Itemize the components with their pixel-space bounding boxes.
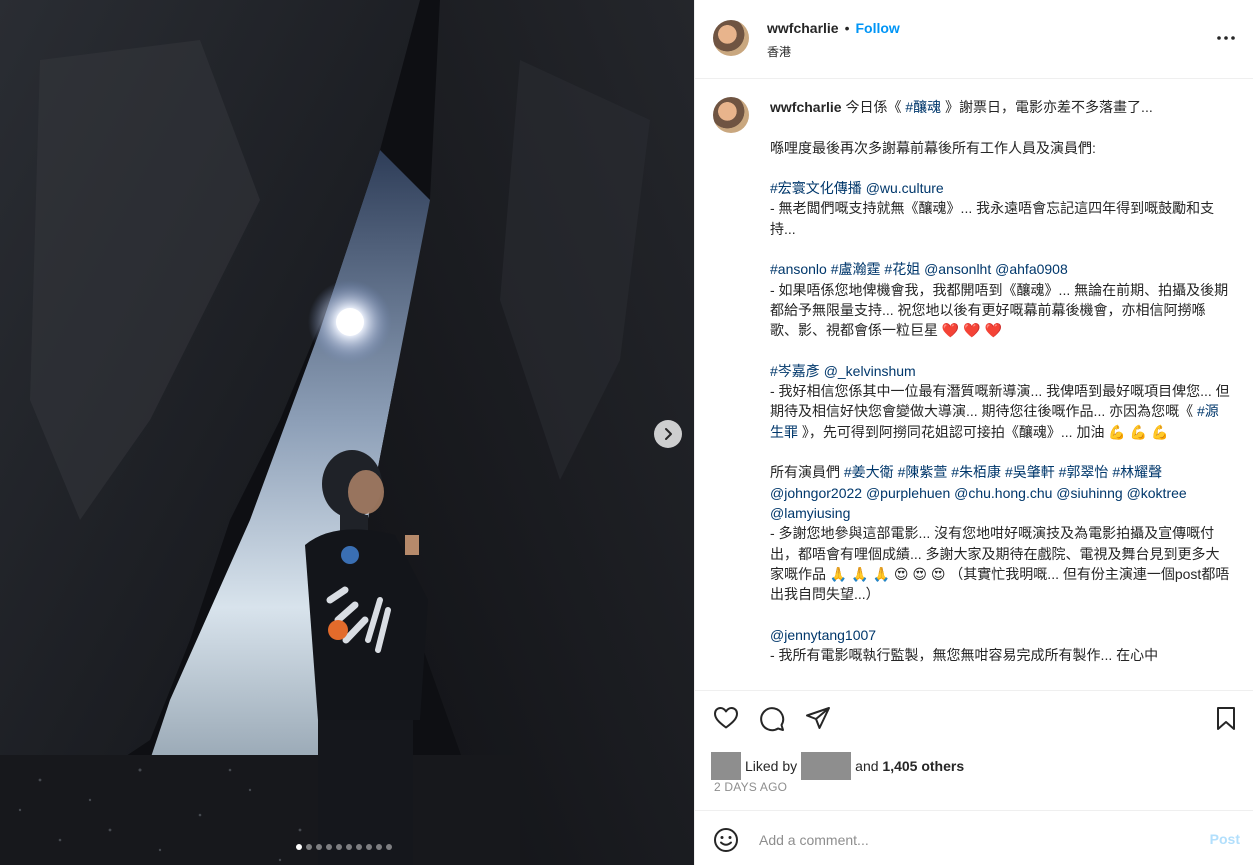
caption-hashtag-link[interactable]: #宏寰文化傳播 [770,180,862,196]
comment-button[interactable] [759,706,785,737]
liker-avatar-placeholder[interactable] [711,752,741,780]
carousel-indicator [296,844,392,850]
comment-icon [760,707,785,732]
caption-area[interactable]: wwfcharlie 今日係《 #釀魂 》謝票日，電影亦差不多落畫了... 喺哩… [695,80,1253,691]
likes-count[interactable]: 1,405 others [882,758,964,774]
liked-by-label: Liked by [745,758,798,774]
caption-text-segment: - 我所有電影嘅執行監製，無您無咁容易完成所有製作... 在心中 [770,647,1159,664]
carousel-dot [296,844,302,850]
action-bar [695,692,1253,742]
caption-hashtag-link[interactable]: #盧瀚霆 [831,261,881,277]
save-button[interactable] [1215,706,1237,737]
liker-name-placeholder[interactable] [801,752,852,780]
caption-hashtag-link[interactable]: @johngor2022 [770,485,862,501]
post-header: wwfcharlie • Follow 香港 [695,0,1253,79]
caption-hashtag-link[interactable]: @koktree [1127,485,1187,501]
caption-text-segment: - 無老闆們嘅支持就無《釀魂》... 我永遠唔會忘記這四年得到嘅鼓勵和支持... [770,200,1215,237]
caption-hashtag-link[interactable]: @siuhinng [1056,485,1122,501]
carousel-dot [356,844,362,850]
next-photo-button[interactable] [654,420,682,448]
caption-hashtag-link[interactable]: #姜大衛 [844,464,894,480]
header-user-row: wwfcharlie • Follow [767,20,900,36]
bookmark-icon [1217,707,1235,730]
carousel-dot [306,844,312,850]
caption-hashtag-link[interactable]: @chu.hong.chu [954,485,1052,501]
caption-hashtag-link[interactable]: #釀魂 [905,99,941,115]
caption-hashtag-link[interactable]: #ansonlo [770,261,827,277]
caption-text-segment: - 如果唔係您地俾機會我，我都開唔到《釀魂》... 無論在前期、拍攝及後期都給予… [770,281,1229,339]
comment-input[interactable] [757,828,1181,852]
post-photo[interactable] [0,0,694,865]
carousel-dot [316,844,322,850]
post-comment-button[interactable]: Post [1210,831,1240,847]
post-location[interactable]: 香港 [767,43,791,60]
caption-hashtag-link[interactable]: @ansonlht [924,261,991,277]
caption-body: 今日係《 #釀魂 》謝票日，電影亦差不多落畫了... 喺哩度最後再次多謝幕前幕後… [770,99,1230,663]
caption-hashtag-link[interactable]: #花姐 [884,261,920,277]
post-side-panel: wwfcharlie • Follow 香港 wwfcharlie 今日係《 #釀魂… [694,0,1253,865]
carousel-dot [326,844,332,850]
caption-hashtag-link[interactable]: @wu.culture [866,180,944,196]
caption-avatar[interactable] [713,97,749,133]
caption-text-segment: 今日係《 [841,99,906,115]
more-horizontal-icon [1217,36,1235,40]
caption-text-segment [1162,464,1166,480]
like-button[interactable] [713,706,739,735]
likes-summary: Liked by and 1,405 others [711,752,964,780]
likes-and-label: and [855,758,879,774]
caption-hashtag-link[interactable]: @lamyiusing [770,505,850,521]
caption-text-segment: - 我好相信您係其中一位最有潛質嘅新導演... 我俾唔到最好嘅項目俾您... 但… [770,383,1230,420]
carousel-dot [376,844,382,850]
caption-hashtag-link[interactable]: @_kelvinshum [824,363,916,379]
caption-username[interactable]: wwfcharlie [770,99,842,115]
caption-hashtag-link[interactable]: #郭翠怡 [1059,464,1109,480]
caption-hashtag-link[interactable]: #岑嘉彥 [770,363,820,379]
header-separator: • [844,20,850,36]
comment-bar: Post [695,810,1253,865]
smiley-icon [714,828,738,852]
author-username[interactable]: wwfcharlie [767,20,839,36]
caption-hashtag-link[interactable]: @ahfa0908 [995,261,1068,277]
caption-hashtag-link[interactable]: #吳肇軒 [1005,464,1055,480]
share-button[interactable] [805,706,831,737]
chevron-right-icon [665,428,672,440]
carousel-dot [346,844,352,850]
caption-hashtag-link[interactable]: #林耀聲 [1112,464,1162,480]
post-date[interactable]: 2 DAYS AGO [714,780,787,794]
caption-hashtag-link[interactable]: @jennytang1007 [770,627,876,643]
emoji-button[interactable] [713,827,739,858]
carousel-dot [336,844,342,850]
caption-hashtag-link[interactable]: #陳紫萱 [898,464,948,480]
caption-hashtag-link[interactable]: @purplehuen [866,485,950,501]
caption-hashtag-link[interactable]: #朱栢康 [951,464,1001,480]
more-options-button[interactable] [1216,28,1236,53]
share-icon [806,707,830,729]
caption-text-segment [1187,485,1191,501]
caption-text: wwfcharlie 今日係《 #釀魂 》謝票日，電影亦差不多落畫了... 喺哩… [770,97,1230,665]
carousel-dot [366,844,372,850]
cave-photo [0,0,694,865]
carousel-dot [386,844,392,850]
heart-icon [714,707,738,729]
follow-button[interactable]: Follow [856,20,900,36]
author-avatar[interactable] [713,20,749,56]
caption-text-segment: - 多謝您地參與這部電影... 沒有您地咁好嘅演技及為電影拍攝及宣傳嘅付出，都唔… [770,525,1230,603]
